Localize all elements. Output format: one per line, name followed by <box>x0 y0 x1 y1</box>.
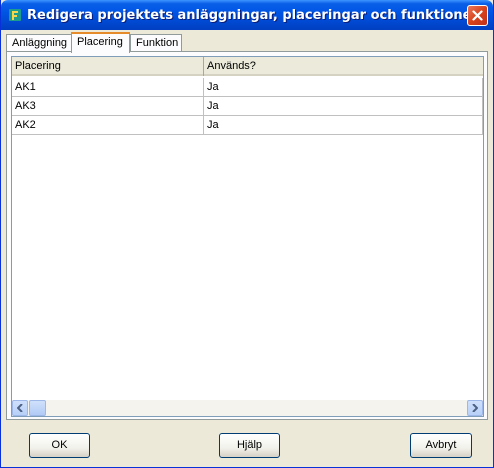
ok-button[interactable]: OK <box>29 433 90 458</box>
cell-anvands[interactable]: Ja <box>204 116 483 135</box>
cancel-button[interactable]: Avbryt <box>410 433 472 458</box>
cell-anvands[interactable]: Ja <box>204 78 483 97</box>
arrow-right-icon <box>472 404 478 412</box>
tab-strip: Anläggning Placering Funktion <box>6 32 486 53</box>
tab-anlaggning[interactable]: Anläggning <box>6 34 72 52</box>
cell-placering[interactable]: AK1 <box>12 78 204 97</box>
window-title: Redigera projektets anläggningar, placer… <box>27 8 478 23</box>
tab-placering[interactable]: Placering <box>71 32 130 53</box>
dialog-window: Redigera projektets anläggningar, placer… <box>0 0 494 468</box>
arrow-left-icon <box>17 404 23 412</box>
table-row[interactable]: AK2 Ja <box>12 116 483 135</box>
title-bar[interactable]: Redigera projektets anläggningar, placer… <box>1 0 493 30</box>
cell-anvands[interactable]: Ja <box>204 97 483 116</box>
cell-placering[interactable]: AK2 <box>12 116 204 135</box>
close-icon <box>472 10 483 21</box>
cell-placering[interactable]: AK3 <box>12 97 204 116</box>
scroll-thumb[interactable] <box>29 400 46 416</box>
help-button[interactable]: Hjälp <box>219 433 280 458</box>
horizontal-scrollbar[interactable] <box>12 400 483 416</box>
tab-panel: Placering Används? AK1 Ja AK3 Ja AK2 Ja <box>6 51 488 420</box>
column-header-anvands[interactable]: Används? <box>204 57 483 76</box>
table-row[interactable]: AK3 Ja <box>12 97 483 116</box>
column-header-placering[interactable]: Placering <box>12 57 204 76</box>
tab-funktion[interactable]: Funktion <box>130 34 182 52</box>
table-row[interactable]: AK1 Ja <box>12 78 483 97</box>
placering-grid[interactable]: Placering Används? AK1 Ja AK3 Ja AK2 Ja <box>11 56 484 417</box>
app-icon <box>9 9 21 21</box>
scroll-left-button[interactable] <box>12 400 28 416</box>
close-button[interactable] <box>467 5 488 26</box>
grid-header: Placering Används? <box>12 57 483 76</box>
scroll-right-button[interactable] <box>467 400 483 416</box>
